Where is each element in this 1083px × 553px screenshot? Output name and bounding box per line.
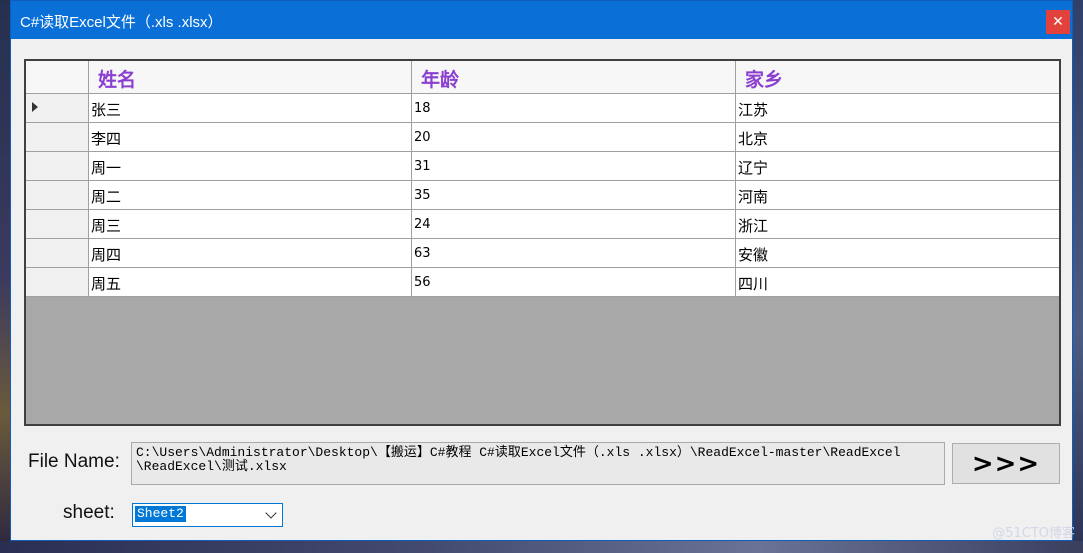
row-header[interactable] — [26, 123, 89, 152]
close-button[interactable]: ✕ — [1046, 10, 1070, 34]
cell-age[interactable]: 20 — [412, 123, 736, 152]
cell-name[interactable]: 李四 — [89, 123, 412, 152]
column-header-name[interactable]: 姓名 — [89, 61, 412, 93]
row-header-corner — [26, 61, 89, 93]
browse-button[interactable]: >>> — [952, 443, 1060, 484]
cell-name[interactable]: 张三 — [89, 94, 412, 123]
cell-age[interactable]: 18 — [412, 94, 736, 123]
row-header[interactable] — [26, 268, 89, 297]
cell-name[interactable]: 周五 — [89, 268, 412, 297]
sheet-selected-value: Sheet2 — [135, 506, 186, 522]
table-row[interactable]: 周三 24 浙江 — [26, 210, 1059, 239]
cell-hometown[interactable]: 四川 — [736, 268, 1059, 297]
cell-hometown[interactable]: 浙江 — [736, 210, 1059, 239]
desktop-background-left — [0, 0, 10, 553]
row-header[interactable] — [26, 94, 89, 123]
watermark: @51CTO博客 — [992, 526, 1075, 541]
sheet-label: sheet: — [63, 502, 115, 523]
file-name-label: File Name: — [28, 451, 120, 472]
app-window: C#读取Excel文件（.xls .xlsx） ✕ 姓名 年龄 家乡 张三 18… — [10, 0, 1073, 541]
table-row[interactable]: 周一 31 辽宁 — [26, 152, 1059, 181]
column-header-age[interactable]: 年龄 — [412, 61, 736, 93]
table-row[interactable]: 李四 20 北京 — [26, 123, 1059, 152]
row-header[interactable] — [26, 210, 89, 239]
cell-hometown[interactable]: 辽宁 — [736, 152, 1059, 181]
cell-age[interactable]: 24 — [412, 210, 736, 239]
cell-age[interactable]: 63 — [412, 239, 736, 268]
cell-name[interactable]: 周三 — [89, 210, 412, 239]
window-title: C#读取Excel文件（.xls .xlsx） — [20, 14, 223, 31]
grid-header: 姓名 年龄 家乡 — [26, 61, 1059, 94]
cell-hometown[interactable]: 北京 — [736, 123, 1059, 152]
table-row[interactable]: 周二 35 河南 — [26, 181, 1059, 210]
file-path-field[interactable]: C:\Users\Administrator\Desktop\【搬运】C#教程 … — [131, 442, 945, 485]
cell-name[interactable]: 周一 — [89, 152, 412, 181]
cell-name[interactable]: 周二 — [89, 181, 412, 210]
desktop-background-bottom — [0, 541, 1083, 553]
desktop-background-right — [1073, 0, 1083, 553]
table-row[interactable]: 周五 56 四川 — [26, 268, 1059, 297]
cell-hometown[interactable]: 江苏 — [736, 94, 1059, 123]
cell-age[interactable]: 31 — [412, 152, 736, 181]
grid-rows: 张三 18 江苏 李四 20 北京 周一 31 辽宁 周二 35 河南 周三 2… — [26, 94, 1059, 297]
table-row[interactable]: 张三 18 江苏 — [26, 94, 1059, 123]
row-header[interactable] — [26, 239, 89, 268]
cell-age[interactable]: 35 — [412, 181, 736, 210]
row-header[interactable] — [26, 152, 89, 181]
column-header-hometown[interactable]: 家乡 — [736, 61, 1059, 93]
current-row-arrow-icon — [32, 102, 38, 112]
data-grid[interactable]: 姓名 年龄 家乡 张三 18 江苏 李四 20 北京 周一 31 辽宁 周二 3… — [24, 59, 1061, 426]
table-row[interactable]: 周四 63 安徽 — [26, 239, 1059, 268]
title-bar[interactable]: C#读取Excel文件（.xls .xlsx） ✕ — [11, 1, 1072, 39]
sheet-dropdown[interactable]: Sheet2 — [132, 503, 283, 527]
cell-name[interactable]: 周四 — [89, 239, 412, 268]
row-header[interactable] — [26, 181, 89, 210]
cell-hometown[interactable]: 河南 — [736, 181, 1059, 210]
chevron-down-icon[interactable] — [265, 507, 277, 519]
cell-age[interactable]: 56 — [412, 268, 736, 297]
cell-hometown[interactable]: 安徽 — [736, 239, 1059, 268]
